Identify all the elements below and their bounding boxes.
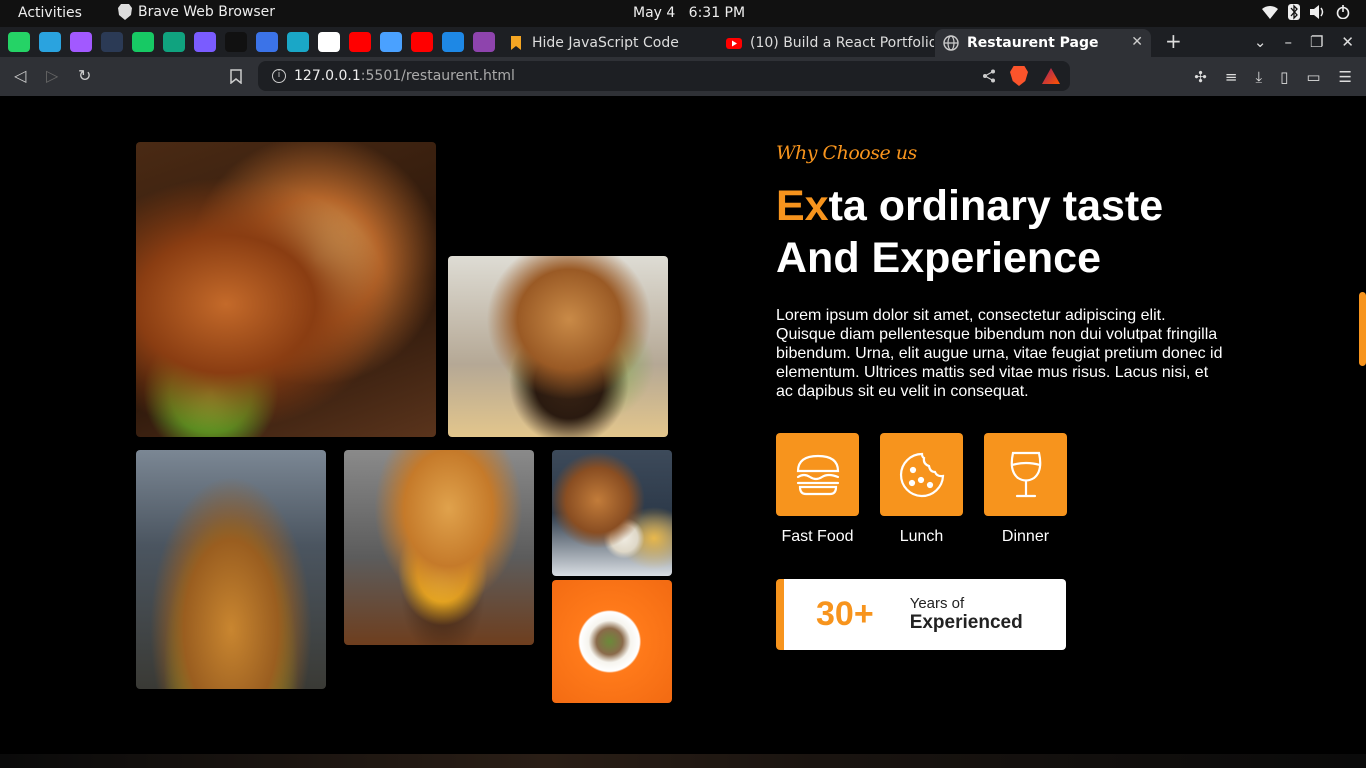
messenger-icon[interactable] [194, 32, 216, 52]
arrow-icon[interactable] [442, 32, 464, 52]
forward-icon[interactable]: ▷ [46, 66, 58, 85]
power-icon [1336, 5, 1350, 19]
youtube-icon[interactable] [349, 32, 371, 52]
share-icon[interactable] [982, 69, 996, 83]
tab-label: Restaurent Page [967, 35, 1099, 51]
close-tab-icon[interactable]: ✕ [1131, 34, 1143, 50]
wifi-icon [1262, 6, 1278, 19]
section-paragraph: Lorem ipsum dolor sit amet, consectetur … [776, 307, 1223, 400]
system-top-bar: Activities Brave Web Browser May 4 6:31 … [0, 0, 1366, 27]
extensions-icon[interactable]: ✣ [1194, 68, 1207, 86]
address-bar[interactable]: i 127.0.0.1:5501/restaurent.html [258, 61, 1070, 91]
category-label: Dinner [1001, 528, 1050, 545]
cheese-burger-image [344, 450, 534, 645]
f-icon[interactable] [318, 32, 340, 52]
tab-strip: Hide JavaScript Code (10) Build a React … [0, 27, 1366, 57]
page-scrollbar[interactable] [1359, 292, 1366, 366]
section-headline: Exta ordinary taste And Experience [776, 180, 1256, 284]
category-label: Fast Food [781, 528, 854, 545]
whatsapp-icon[interactable] [8, 32, 30, 52]
game-icon[interactable] [101, 32, 123, 52]
bookmark-page-icon[interactable] [230, 69, 242, 84]
tab-search-icon[interactable]: ⌄ [1254, 33, 1267, 51]
wallet-icon[interactable]: ▭ [1306, 68, 1320, 86]
burger-icon [796, 454, 839, 495]
download-icon[interactable]: ⤓ [1255, 68, 1262, 86]
category-icon-box [984, 433, 1067, 516]
docs-icon[interactable] [256, 32, 278, 52]
brave-rewards-icon[interactable] [1042, 68, 1060, 84]
figma-icon[interactable] [70, 32, 92, 52]
close-window-button[interactable]: ✕ [1341, 33, 1354, 51]
youtube-icon [726, 38, 742, 49]
headline-line2: And Experience [776, 234, 1101, 282]
time-text: 6:31 PM [688, 5, 746, 21]
category-lunch[interactable]: Lunch [880, 433, 963, 546]
category-dinner[interactable]: Dinner [984, 433, 1067, 546]
playlist-icon[interactable]: ≡ [1225, 68, 1238, 86]
section-eyebrow: Why Choose us [776, 142, 917, 164]
minimize-button[interactable]: – [1284, 33, 1292, 51]
burger-image [448, 256, 668, 437]
fried-chicken-image [136, 450, 326, 689]
burger-fries-image [552, 450, 672, 576]
brave-logo-icon [118, 4, 132, 20]
experience-line1: Years of [909, 595, 965, 612]
app-name: Brave Web Browser [138, 4, 275, 20]
category-icon-box [880, 433, 963, 516]
headline-rest: ta ordinary taste [828, 182, 1164, 230]
maximize-button[interactable]: ❐ [1310, 33, 1323, 51]
next-section-preview [0, 754, 1366, 768]
salad-plate-image [552, 580, 672, 703]
date-text: May 4 [633, 5, 676, 21]
brave-shields-icon[interactable] [1010, 66, 1028, 86]
experience-number: 30+ [816, 595, 874, 633]
menu-icon[interactable]: ☰ [1339, 68, 1352, 86]
tab-label: Hide JavaScript Code [532, 35, 679, 51]
tacos-image [136, 142, 436, 437]
r-icon[interactable] [225, 32, 247, 52]
youtube-icon[interactable] [411, 32, 433, 52]
category-label: Lunch [899, 528, 944, 545]
app-menu[interactable]: Brave Web Browser [118, 4, 275, 20]
sidebar-icon[interactable]: ▯ [1280, 68, 1288, 86]
category-fast-food[interactable]: Fast Food [776, 433, 859, 546]
bluetooth-icon [1288, 4, 1300, 20]
window-controls: ⌄ – ❐ ✕ [1254, 33, 1354, 51]
tab-restaurent-page[interactable]: Restaurent Page ✕ [935, 29, 1151, 57]
category-icon-box [776, 433, 859, 516]
toolbar-right: ✣ ≡ ⤓ ▯ ▭ ☰ [1194, 68, 1352, 86]
new-tab-button[interactable]: + [1165, 29, 1182, 53]
experience-text: Years of Experienced [910, 595, 1023, 634]
clock[interactable]: May 4 6:31 PM [633, 5, 745, 21]
url-host: 127.0.0.1 [294, 68, 361, 84]
experience-card: 30+ Years of Experienced [776, 579, 1066, 650]
bookmark-icon [511, 36, 521, 50]
url-path: :5501/restaurent.html [360, 68, 515, 84]
reload-icon[interactable]: ↻ [78, 66, 91, 85]
activities-button[interactable]: Activities [18, 5, 82, 21]
wine-glass-icon [1010, 451, 1041, 497]
tab-react-portfolio[interactable]: (10) Build a React Portfolio [718, 29, 934, 57]
browser-toolbar: ◁ ▷ ↻ i 127.0.0.1:5501/restaurent.html ✣… [0, 57, 1366, 96]
site-info-icon[interactable]: i [272, 69, 286, 83]
play-icon[interactable] [287, 32, 309, 52]
volume-icon [1310, 5, 1324, 19]
tab-hide-javascript-code[interactable]: Hide JavaScript Code [500, 29, 718, 57]
back-icon[interactable]: ◁ [14, 66, 26, 85]
experience-line2: Experienced [909, 612, 1023, 633]
app-icon[interactable] [132, 32, 154, 52]
pinned-tabs [8, 32, 495, 52]
u-icon[interactable] [473, 32, 495, 52]
chatgpt-icon[interactable] [163, 32, 185, 52]
tab-label: (10) Build a React Portfolio [750, 35, 934, 51]
plane-icon[interactable] [380, 32, 402, 52]
headline-accent: Ex [776, 182, 829, 230]
globe-icon [943, 35, 959, 51]
telegram-icon[interactable] [39, 32, 61, 52]
system-tray[interactable] [1262, 4, 1350, 20]
cookie-icon [899, 452, 944, 497]
page-content: Why Choose us Exta ordinary taste And Exp… [0, 96, 1366, 768]
